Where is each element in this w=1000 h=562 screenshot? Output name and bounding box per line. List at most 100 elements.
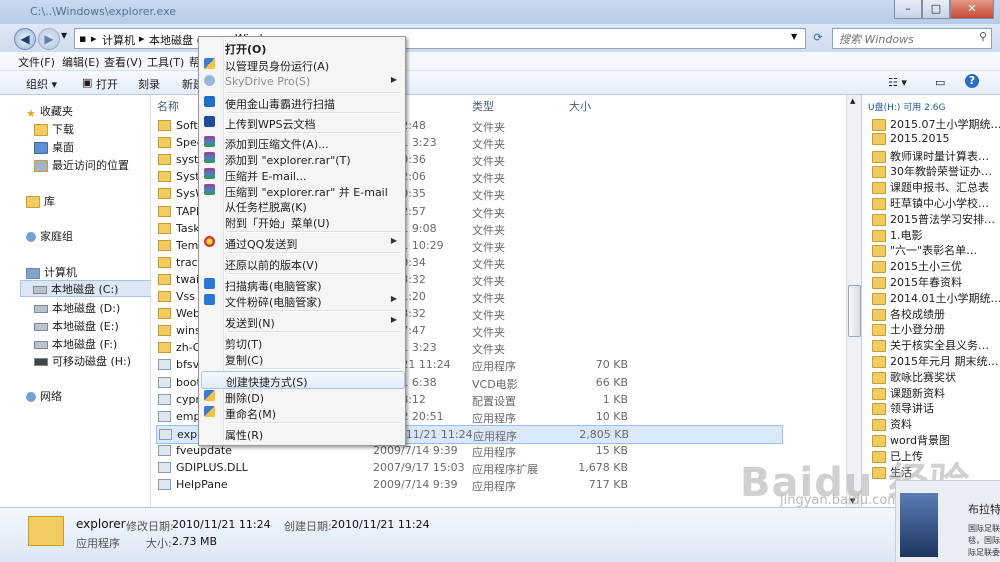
usb-folder-item[interactable]: 教师课时量计算表… bbox=[872, 148, 989, 164]
ctx-copy[interactable]: 复制(C) bbox=[201, 350, 403, 367]
address-bar[interactable]: ▪ ▸ 计算机 ▸ 本地磁盘 (C:) ▸ Windows ▼ bbox=[74, 28, 806, 49]
usb-folder-item[interactable]: 资料 bbox=[872, 416, 912, 432]
folder-icon bbox=[872, 132, 886, 145]
breadcrumb-sep-icon[interactable]: ▸ bbox=[139, 32, 145, 45]
usb-folder-item[interactable]: 旺草镇中心小学校… bbox=[872, 195, 989, 211]
nav-drive-h[interactable]: 可移动磁盘 (H:) bbox=[34, 353, 131, 369]
ctx-add-archive[interactable]: 添加到压缩文件(A)... bbox=[201, 134, 403, 151]
ctx-skydrive[interactable]: SkyDrive Pro(S) ▶ bbox=[201, 73, 403, 89]
nav-drive-f[interactable]: 本地磁盘 (F:) bbox=[34, 336, 117, 352]
nav-drive-c[interactable]: 本地磁盘 (C:) bbox=[20, 280, 154, 297]
usb-folder-item[interactable]: 2015年元月 期末统… bbox=[872, 353, 999, 369]
nav-drive-d[interactable]: 本地磁盘 (D:) bbox=[34, 300, 120, 316]
breadcrumb-sep-icon[interactable]: ▸ bbox=[91, 32, 97, 45]
ctx-send-to[interactable]: 发送到(N) ▶ bbox=[201, 313, 403, 330]
menu-view[interactable]: 查看(V) bbox=[104, 54, 142, 70]
usb-folder-item[interactable]: 2015.2015 bbox=[872, 132, 950, 145]
column-type[interactable]: 类型 bbox=[472, 98, 494, 114]
refresh-button[interactable]: ⟳ bbox=[808, 28, 828, 47]
address-dropdown-icon[interactable]: ▼ bbox=[791, 32, 797, 41]
submenu-arrow-icon: ▶ bbox=[390, 75, 397, 84]
nav-recent[interactable]: 最近访问的位置 bbox=[34, 157, 129, 173]
usb-folder-item[interactable]: 课题申报书、汇总表 bbox=[872, 179, 989, 195]
usb-folder-item[interactable]: word背景图 bbox=[872, 432, 950, 448]
usb-folder-item[interactable]: 1.电影 bbox=[872, 227, 923, 243]
folder-icon bbox=[872, 166, 886, 179]
open-button[interactable]: 打开 bbox=[96, 76, 118, 92]
search-icon[interactable]: ⚲ bbox=[979, 30, 987, 43]
ctx-scan-virus[interactable]: 扫描病毒(电脑管家) bbox=[201, 276, 403, 293]
usb-folder-item[interactable]: 2015土小三优 bbox=[872, 258, 962, 274]
column-name[interactable]: 名称 bbox=[157, 98, 179, 114]
nav-network[interactable]: 网络 bbox=[26, 388, 62, 404]
news-ad-popup[interactable]: 布拉特 国际足联 毯，国际 际足联委 bbox=[895, 480, 1000, 562]
folder-icon bbox=[872, 356, 886, 368]
usb-folder-item[interactable]: 关于核实全县义务… bbox=[872, 337, 989, 353]
ctx-rename[interactable]: 重命名(M) bbox=[201, 404, 403, 421]
ctx-properties[interactable]: 属性(R) bbox=[201, 425, 403, 442]
nav-homegroup[interactable]: 家庭组 bbox=[26, 228, 73, 244]
ctx-restore-versions[interactable]: 还原以前的版本(V) bbox=[201, 255, 403, 272]
column-size[interactable]: 大小 bbox=[569, 98, 591, 114]
maximize-button[interactable]: □ bbox=[922, 0, 950, 19]
nav-downloads[interactable]: 下载 bbox=[34, 121, 74, 137]
preview-pane-icon[interactable]: ▭ bbox=[935, 76, 945, 89]
menu-separator bbox=[227, 422, 401, 424]
nav-drive-e-label: 本地磁盘 (E:) bbox=[52, 320, 119, 333]
usb-folder-item[interactable]: 2015.07土小学期统… bbox=[872, 116, 1000, 132]
minimize-button[interactable]: – bbox=[894, 0, 922, 19]
ctx-compress-email[interactable]: 压缩并 E-mail... bbox=[201, 166, 403, 183]
scroll-up-icon[interactable]: ▲ bbox=[850, 97, 855, 105]
burn-button[interactable]: 刻录 bbox=[138, 76, 160, 92]
usb-folder-item[interactable]: 2014.01土小学期统… bbox=[872, 290, 1000, 306]
organize-button[interactable]: 组织 ▾ bbox=[26, 76, 57, 92]
ctx-pin-start-label: 附到「开始」菜单(U) bbox=[225, 217, 330, 230]
search-box[interactable]: ⚲ bbox=[832, 28, 992, 49]
ctx-jinshan-scan[interactable]: 使用金山毒霸进行扫描 bbox=[201, 94, 403, 111]
usb-folder-item[interactable]: 歌咏比赛奖状 bbox=[872, 369, 956, 385]
usb-folder-item[interactable]: 30年教龄荣誉证办… bbox=[872, 163, 992, 179]
back-button[interactable]: ◀ bbox=[14, 28, 36, 50]
ctx-shred[interactable]: 文件粉碎(电脑管家) ▶ bbox=[201, 292, 403, 309]
ctx-cut[interactable]: 剪切(T) bbox=[201, 334, 403, 351]
ctx-pin-start[interactable]: 附到「开始」菜单(U) bbox=[201, 213, 403, 230]
recent-pages-chevron-icon[interactable]: ▼ bbox=[61, 31, 67, 40]
view-options-icon[interactable]: ☷ ▾ bbox=[888, 76, 907, 89]
breadcrumb-computer[interactable]: 计算机 bbox=[102, 32, 135, 48]
usb-folder-item[interactable]: "六一"表彰名单… bbox=[872, 242, 977, 258]
scroll-thumb[interactable] bbox=[848, 285, 861, 337]
file-row[interactable]: GDIPLUS.DLL 2007/9/17 15:03 应用程序扩展 1,678 KB bbox=[156, 459, 781, 476]
ctx-add-rar[interactable]: 添加到 "explorer.rar"(T) bbox=[201, 150, 403, 167]
help-icon[interactable]: ? bbox=[965, 74, 979, 88]
forward-button[interactable]: ▶ bbox=[38, 28, 60, 50]
folder-icon bbox=[158, 256, 171, 268]
usb-folder-item[interactable]: 2015普法学习安排… bbox=[872, 211, 995, 227]
nav-favorites[interactable]: ★ 收藏夹 bbox=[26, 103, 73, 120]
usb-folder-item[interactable]: 各校成绩册 bbox=[872, 306, 945, 322]
vertical-scrollbar[interactable]: ▲ ▼ bbox=[846, 95, 861, 507]
nav-computer[interactable]: 计算机 bbox=[26, 264, 77, 280]
nav-desktop[interactable]: 桌面 bbox=[34, 139, 74, 155]
ctx-delete[interactable]: 删除(D) bbox=[201, 388, 403, 405]
ctx-open[interactable]: 打开(O) bbox=[201, 39, 403, 56]
nav-drive-e[interactable]: 本地磁盘 (E:) bbox=[34, 318, 119, 334]
usb-folder-item[interactable]: 课题新资料 bbox=[872, 385, 945, 401]
usb-folder-label: 2015普法学习安排… bbox=[890, 212, 995, 226]
nav-libraries[interactable]: 库 bbox=[26, 193, 55, 209]
ctx-create-shortcut[interactable]: 创建快捷方式(S) bbox=[201, 371, 405, 389]
close-button[interactable]: ✕ bbox=[950, 0, 994, 19]
menu-tools[interactable]: 工具(T) bbox=[147, 54, 184, 70]
file-row[interactable]: HelpPane 2009/7/14 9:39 应用程序 717 KB bbox=[156, 476, 781, 493]
usb-folder-item[interactable]: 领导讲话 bbox=[872, 400, 934, 416]
ctx-wps-upload[interactable]: 上传到WPS云文档 bbox=[201, 114, 403, 131]
search-input[interactable] bbox=[837, 30, 969, 48]
ctx-compress-rar-email[interactable]: 压缩到 "explorer.rar" 并 E-mail bbox=[201, 182, 403, 199]
usb-folder-item[interactable]: 土小登分册 bbox=[872, 321, 945, 337]
menu-file[interactable]: 文件(F) bbox=[18, 54, 55, 70]
menu-edit[interactable]: 编辑(E) bbox=[62, 54, 100, 70]
nav-downloads-label: 下载 bbox=[52, 123, 74, 136]
ctx-qq-send[interactable]: 通过QQ发送到 ▶ bbox=[201, 234, 403, 251]
ctx-run-as-admin[interactable]: 以管理员身份运行(A) bbox=[201, 56, 403, 73]
usb-folder-item[interactable]: 2015年春资料 bbox=[872, 274, 962, 290]
ctx-unpin-taskbar[interactable]: 从任务栏脱离(K) bbox=[201, 197, 403, 214]
